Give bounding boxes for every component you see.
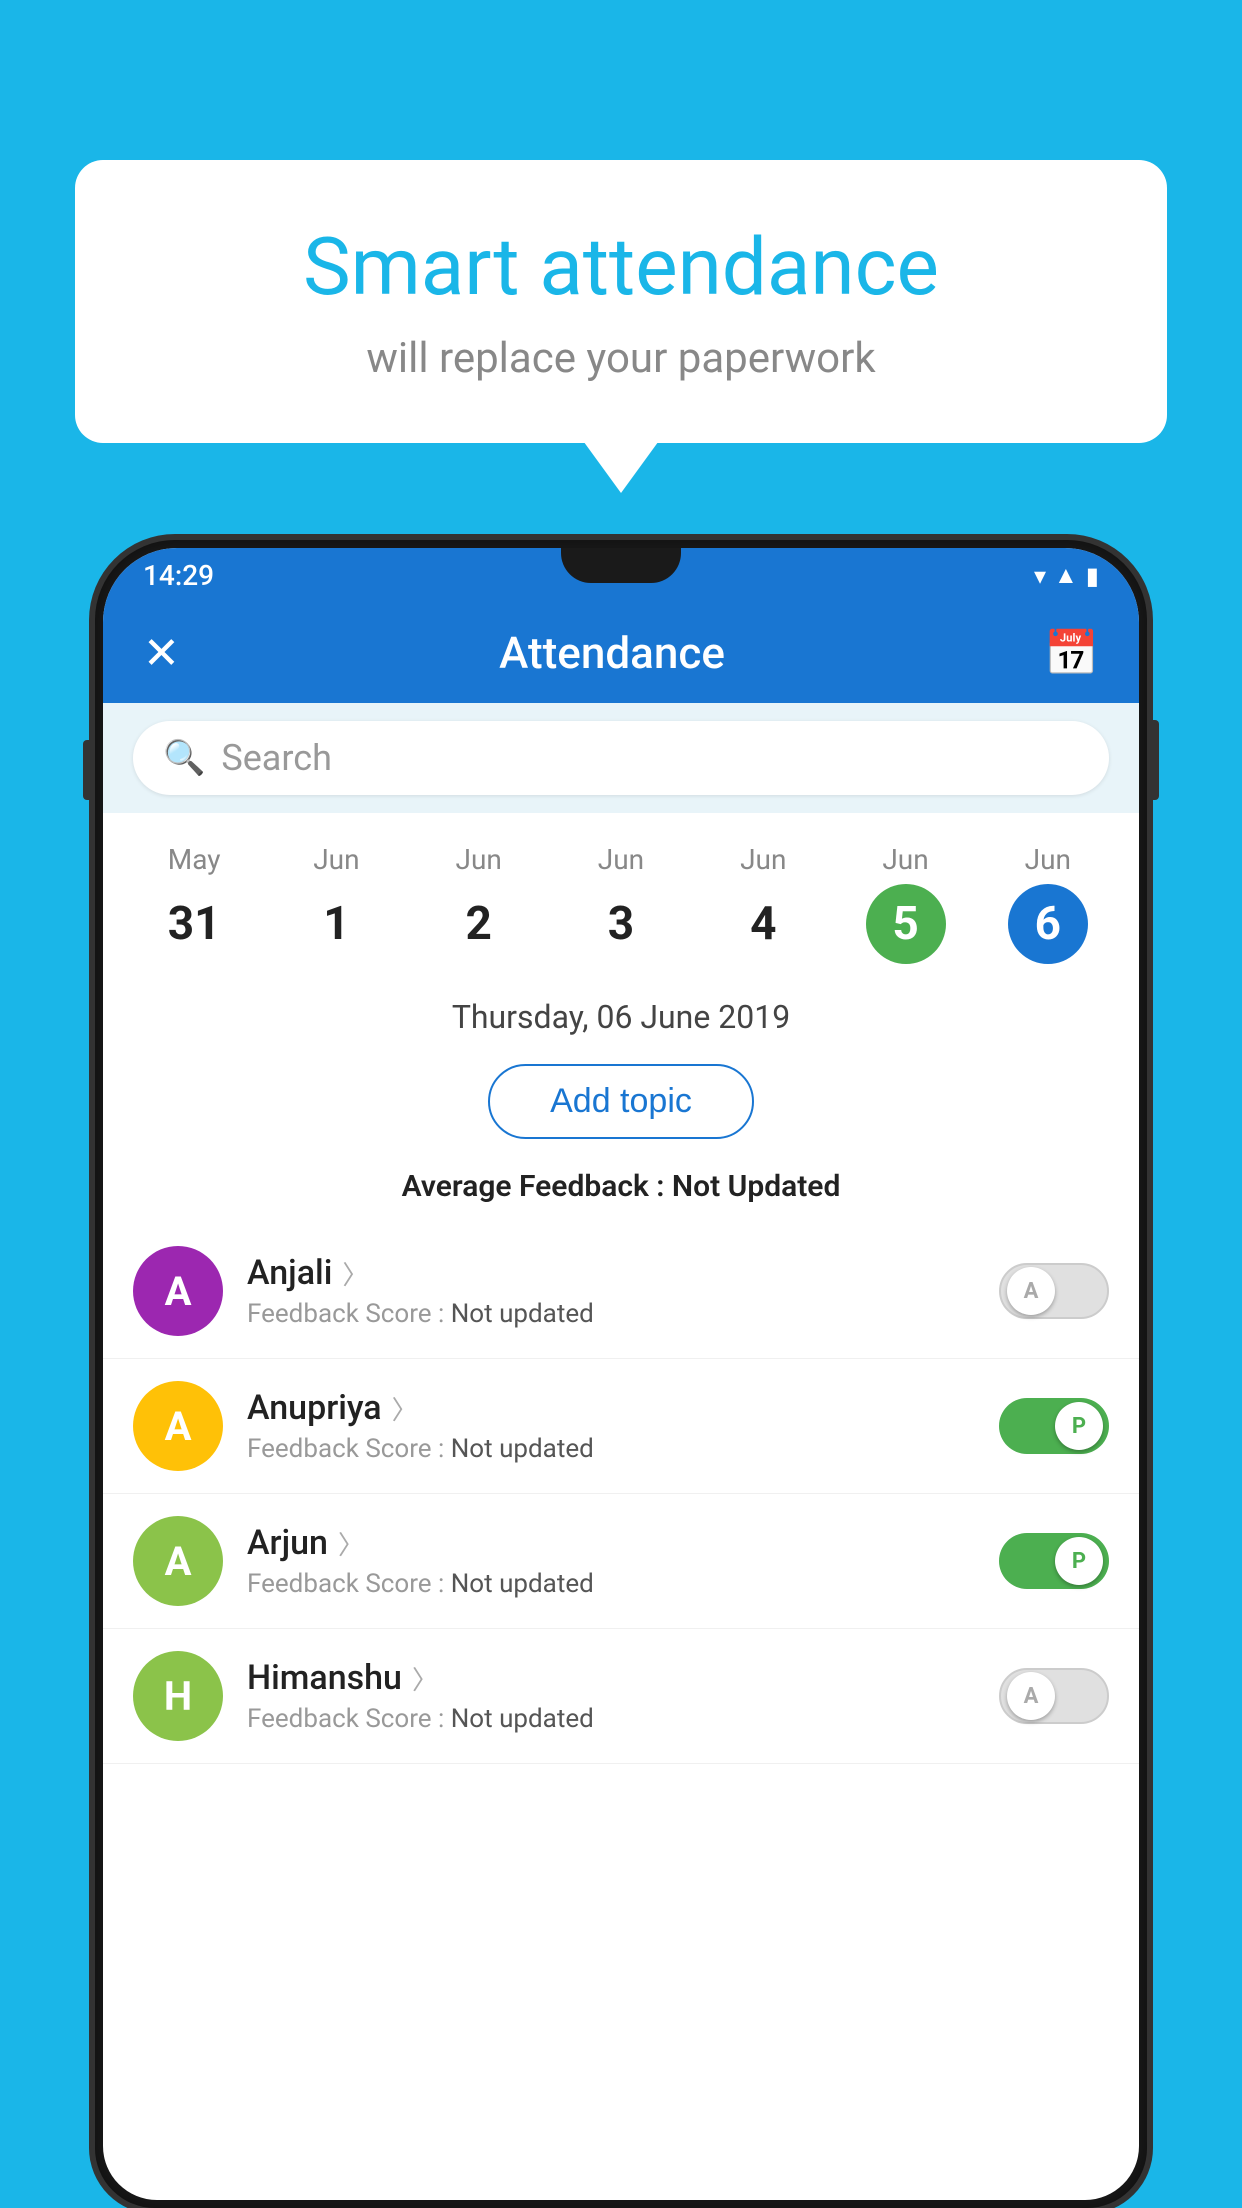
student-name: Arjun 〉 [247, 1523, 975, 1563]
toggle-knob: A [1007, 1267, 1055, 1315]
student-name: Himanshu 〉 [247, 1658, 975, 1698]
search-icon: 🔍 [163, 738, 205, 778]
calendar-day-4[interactable]: Jun 4 [713, 833, 813, 974]
phone-notch [561, 548, 681, 583]
student-list: AAnjali 〉Feedback Score : Not updatedAAA… [103, 1224, 1139, 1764]
calendar-day-5[interactable]: Jun 5 [856, 833, 956, 974]
cal-day-number: 4 [723, 884, 803, 964]
cal-day-number: 3 [581, 884, 661, 964]
average-feedback: Average Feedback : Not Updated [103, 1159, 1139, 1224]
avg-feedback-label: Average Feedback : [402, 1169, 672, 1204]
cal-month-label: Jun [598, 843, 644, 876]
cal-month-label: Jun [740, 843, 786, 876]
toggle-knob: P [1055, 1537, 1103, 1585]
app-title: Attendance [499, 627, 725, 679]
attendance-toggle[interactable]: P [999, 1398, 1109, 1454]
attendance-toggle[interactable]: P [999, 1533, 1109, 1589]
close-button[interactable]: ✕ [143, 627, 180, 679]
cal-day-number: 31 [154, 884, 234, 964]
feedback-value: Not updated [451, 1569, 594, 1599]
student-avatar: A [133, 1381, 223, 1471]
status-icons: ▾ ▲ ▮ [1034, 561, 1099, 590]
attendance-toggle[interactable]: A [999, 1263, 1109, 1319]
student-name: Anupriya 〉 [247, 1388, 975, 1428]
toggle-switch[interactable]: A [999, 1668, 1109, 1724]
chevron-icon: 〉 [338, 1525, 364, 1562]
volume-button [83, 740, 93, 800]
student-avatar: H [133, 1651, 223, 1741]
cal-month-label: Jun [1025, 843, 1071, 876]
feedback-score: Feedback Score : Not updated [247, 1704, 975, 1734]
feedback-score: Feedback Score : Not updated [247, 1299, 975, 1329]
power-button [1149, 720, 1159, 800]
student-item[interactable]: A Arjun 〉 Feedback Score : Not updated P [103, 1494, 1139, 1629]
signal-icon: ▲ [1054, 561, 1078, 590]
selected-date: Thursday, 06 June 2019 [103, 974, 1139, 1050]
student-name: Anjali 〉 [247, 1253, 975, 1293]
chevron-icon: 〉 [392, 1390, 418, 1427]
phone-frame: 14:29 ▾ ▲ ▮ ✕ Attendance 📅 🔍 Search May 3… [95, 540, 1147, 2208]
student-info: Anjali 〉 Feedback Score : Not updated [247, 1253, 975, 1329]
cal-month-label: Jun [456, 843, 502, 876]
student-info: Himanshu 〉 Feedback Score : Not updated [247, 1658, 975, 1734]
cal-month-label: Jun [882, 843, 928, 876]
calendar-day-2[interactable]: Jun 2 [429, 833, 529, 974]
avg-feedback-value: Not Updated [672, 1169, 840, 1204]
student-info: Arjun 〉 Feedback Score : Not updated [247, 1523, 975, 1599]
cal-day-number: 6 [1008, 884, 1088, 964]
calendar-day-31[interactable]: May 31 [144, 833, 244, 974]
attendance-toggle[interactable]: A [999, 1668, 1109, 1724]
add-topic-button[interactable]: Add topic [488, 1064, 754, 1139]
bubble-subtitle: will replace your paperwork [155, 334, 1087, 383]
speech-bubble: Smart attendance will replace your paper… [75, 160, 1167, 443]
calendar-day-6[interactable]: Jun 6 [998, 833, 1098, 974]
calendar-day-1[interactable]: Jun 1 [286, 833, 386, 974]
cal-month-label: May [168, 843, 221, 876]
feedback-value: Not updated [451, 1434, 594, 1464]
toggle-knob: P [1055, 1402, 1103, 1450]
search-bar[interactable]: 🔍 Search [133, 721, 1109, 795]
cal-day-number: 1 [296, 884, 376, 964]
status-time: 14:29 [143, 559, 214, 592]
student-item[interactable]: A Anupriya 〉 Feedback Score : Not updated P [103, 1359, 1139, 1494]
toggle-knob: A [1007, 1672, 1055, 1720]
cal-day-number: 5 [866, 884, 946, 964]
battery-icon: ▮ [1086, 562, 1099, 590]
toggle-switch[interactable]: A [999, 1263, 1109, 1319]
calendar-day-3[interactable]: Jun 3 [571, 833, 671, 974]
app-bar: ✕ Attendance 📅 [103, 603, 1139, 703]
feedback-score: Feedback Score : Not updated [247, 1569, 975, 1599]
student-info: Anupriya 〉 Feedback Score : Not updated [247, 1388, 975, 1464]
calendar-row: May 31 Jun 1 Jun 2 Jun 3 Jun 4 Jun 5 Jun 6 [103, 813, 1139, 974]
add-topic-wrapper: Add topic [103, 1050, 1139, 1159]
cal-day-number: 2 [439, 884, 519, 964]
feedback-score: Feedback Score : Not updated [247, 1434, 975, 1464]
toggle-switch[interactable]: P [999, 1398, 1109, 1454]
chevron-icon: 〉 [412, 1660, 438, 1697]
toggle-switch[interactable]: P [999, 1533, 1109, 1589]
student-item[interactable]: A Anjali 〉 Feedback Score : Not updated A [103, 1224, 1139, 1359]
wifi-icon: ▾ [1034, 562, 1046, 590]
search-bar-wrapper: 🔍 Search [103, 703, 1139, 813]
student-avatar: A [133, 1246, 223, 1336]
student-avatar: A [133, 1516, 223, 1606]
cal-month-label: Jun [313, 843, 359, 876]
calendar-button[interactable]: 📅 [1044, 627, 1099, 679]
chevron-icon: 〉 [342, 1255, 368, 1292]
student-item[interactable]: H Himanshu 〉 Feedback Score : Not updated A [103, 1629, 1139, 1764]
feedback-value: Not updated [451, 1299, 594, 1329]
search-input[interactable]: Search [221, 737, 332, 779]
feedback-value: Not updated [451, 1704, 594, 1734]
bubble-title: Smart attendance [155, 220, 1087, 314]
